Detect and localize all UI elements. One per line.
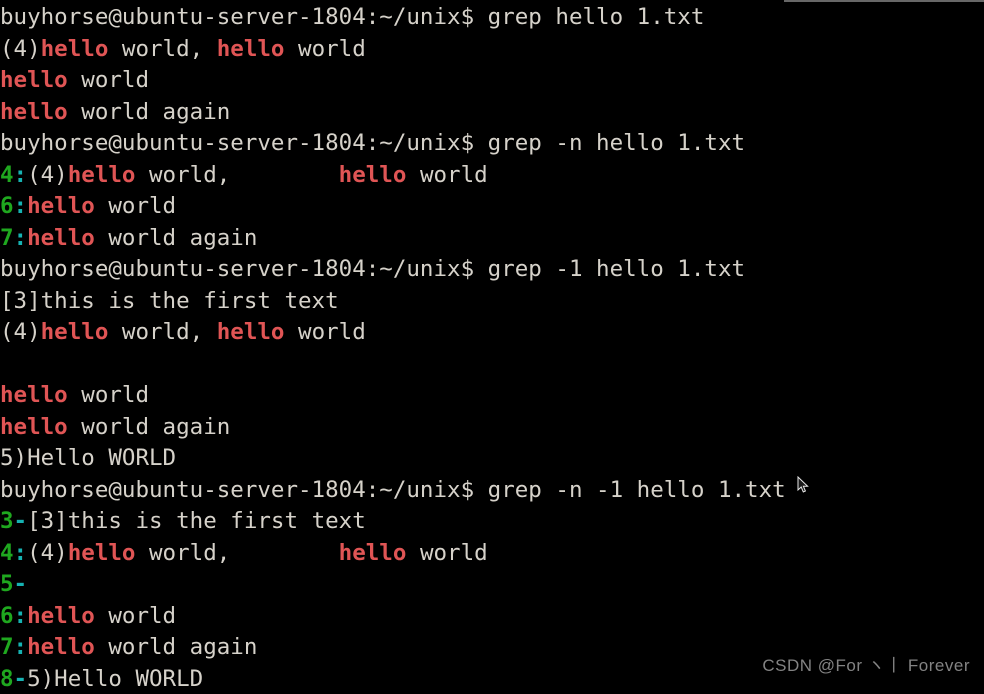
text-segment: hello xyxy=(0,382,68,408)
terminal-output-line: hello world xyxy=(0,65,984,97)
text-segment: world xyxy=(284,319,366,345)
text-segment: hello xyxy=(27,602,95,629)
terminal-window[interactable]: buyhorse@ubuntu-server-1804:~/unix$ grep… xyxy=(0,0,984,694)
terminal-command-line: buyhorse@ubuntu-server-1804:~/unix$ grep… xyxy=(0,128,984,160)
terminal-output-line xyxy=(0,349,984,381)
text-segment: world, xyxy=(135,161,339,188)
text-segment: hello xyxy=(216,319,285,345)
text-segment: world xyxy=(284,35,366,62)
text-segment: 7 xyxy=(0,634,14,660)
text-segment: world again xyxy=(67,413,231,440)
text-segment: 7 xyxy=(0,224,14,251)
text-segment: world xyxy=(67,67,150,93)
terminal-output-line: 4:(4)hello world, hello world xyxy=(0,538,984,570)
text-segment: world, xyxy=(108,319,217,345)
text-segment: : xyxy=(13,161,28,188)
text-segment: hello xyxy=(67,161,136,188)
text-segment: : xyxy=(13,634,28,660)
text-segment: world again xyxy=(67,98,231,125)
text-segment: hello xyxy=(0,413,68,440)
text-segment: [3]this is the first text xyxy=(0,287,339,314)
terminal-output-line: hello world again xyxy=(0,97,984,129)
terminal-output-line: 6:hello world xyxy=(0,601,984,633)
text-segment: world xyxy=(94,193,177,219)
text-segment: 3 xyxy=(0,508,14,534)
text-segment: 5)Hello WORLD xyxy=(27,665,204,692)
text-segment: (4) xyxy=(27,539,68,566)
text-segment: 6 xyxy=(0,602,14,629)
text-segment xyxy=(0,351,14,377)
text-segment: : xyxy=(13,602,28,629)
text-segment: : xyxy=(13,224,28,251)
text-segment: world xyxy=(67,382,150,408)
text-segment: (4) xyxy=(27,161,68,188)
text-segment: world, xyxy=(135,539,339,566)
terminal-command-line: buyhorse@ubuntu-server-1804:~/unix$ grep… xyxy=(0,2,984,34)
text-segment: hello xyxy=(27,193,95,219)
text-segment: 5)Hello WORLD xyxy=(0,445,177,471)
text-segment: hello xyxy=(27,634,95,660)
text-segment: 4 xyxy=(0,539,14,566)
text-segment: (4) xyxy=(0,35,41,62)
text-segment: : xyxy=(13,193,28,219)
terminal-output-area[interactable]: buyhorse@ubuntu-server-1804:~/unix$ grep… xyxy=(0,0,984,694)
text-segment: [3]this is the first text xyxy=(27,508,366,534)
text-segment: world xyxy=(406,539,488,566)
terminal-output-line: 6:hello world xyxy=(0,191,984,223)
text-segment: buyhorse@ubuntu-server-1804:~/unix$ grep… xyxy=(0,256,746,282)
terminal-output-line: 5- xyxy=(0,569,984,601)
text-segment: - xyxy=(13,665,28,692)
text-segment: (4) xyxy=(0,319,41,345)
text-segment: hello xyxy=(0,98,68,125)
terminal-output-line: 4:(4)hello world, hello world xyxy=(0,160,984,192)
text-segment: world again xyxy=(94,224,258,251)
text-segment: world again xyxy=(94,634,258,660)
text-segment: world, xyxy=(108,35,217,62)
text-segment: 8 xyxy=(0,665,14,692)
text-segment: buyhorse@ubuntu-server-1804:~/unix$ grep… xyxy=(0,476,786,503)
text-segment: hello xyxy=(338,539,407,566)
text-segment: - xyxy=(13,508,28,534)
text-segment: : xyxy=(13,539,28,566)
terminal-command-line: buyhorse@ubuntu-server-1804:~/unix$ grep… xyxy=(0,475,984,507)
text-segment: 6 xyxy=(0,193,14,219)
text-segment: hello xyxy=(27,224,95,251)
terminal-output-line: hello world again xyxy=(0,412,984,444)
text-segment: hello xyxy=(40,35,109,62)
text-segment: hello xyxy=(338,161,407,188)
terminal-output-line: (4)hello world, hello world xyxy=(0,317,984,349)
text-segment: hello xyxy=(67,539,136,566)
terminal-output-line: 5)Hello WORLD xyxy=(0,443,984,475)
text-segment: world xyxy=(406,161,488,188)
terminal-output-line: 3-[3]this is the first text xyxy=(0,506,984,538)
text-segment: 4 xyxy=(0,161,14,188)
csdn-watermark: CSDN @For ヽ丨 Forever xyxy=(762,656,970,675)
text-segment: hello xyxy=(0,67,68,93)
terminal-output-line: 7:hello world again xyxy=(0,223,984,255)
terminal-output-line: hello world xyxy=(0,380,984,412)
terminal-command-line: buyhorse@ubuntu-server-1804:~/unix$ grep… xyxy=(0,254,984,286)
text-segment: buyhorse@ubuntu-server-1804:~/unix$ grep… xyxy=(0,130,746,156)
terminal-output-line: [3]this is the first text xyxy=(0,286,984,318)
text-segment: hello xyxy=(40,319,109,345)
text-segment: hello xyxy=(216,35,285,62)
text-segment: - xyxy=(13,571,28,597)
text-segment: world xyxy=(94,602,177,629)
text-segment: buyhorse@ubuntu-server-1804:~/unix$ grep… xyxy=(0,4,705,30)
text-segment: 5 xyxy=(0,571,14,597)
terminal-output-line: (4)hello world, hello world xyxy=(0,34,984,66)
